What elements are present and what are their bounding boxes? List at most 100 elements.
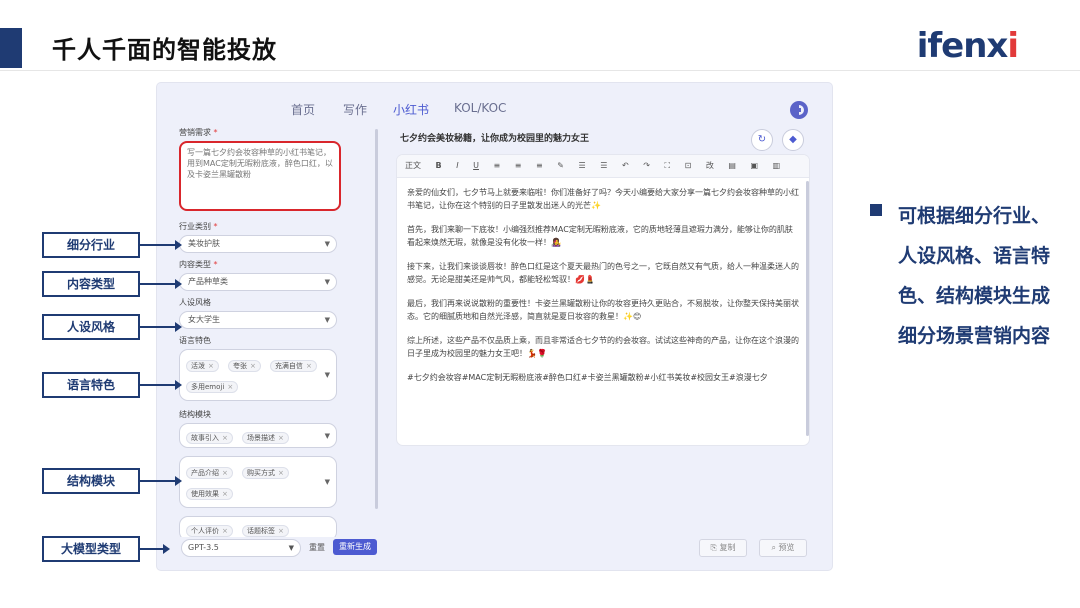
image-icon[interactable]: ▣ <box>751 155 759 177</box>
align-left-icon[interactable]: ≡ <box>494 155 501 177</box>
code-icon[interactable]: ⊡ <box>685 155 692 177</box>
refresh-icon[interactable]: ↻ <box>750 129 773 151</box>
toolbar-italic[interactable]: I <box>456 155 458 177</box>
close-icon: × <box>277 469 284 477</box>
align-right-icon[interactable]: ≡ <box>536 155 543 177</box>
delete-icon[interactable]: ▥ <box>773 155 781 177</box>
chevron-down-icon: ▼ <box>324 316 330 324</box>
chevron-down-icon: ▼ <box>324 431 330 440</box>
arrow-icon <box>140 476 182 486</box>
marketing-textarea[interactable]: 写一篇七夕约会妆容种草的小红书笔记，用到MAC定制无暇粉底液，醉色口红，以及卡姿… <box>179 141 341 211</box>
tag-chip[interactable]: 充满自信 × <box>269 360 317 372</box>
close-icon: × <box>208 362 214 370</box>
redo-icon[interactable]: ↷ <box>643 155 650 177</box>
language-tag-select[interactable]: 活泼 × 夸张 × 充满自信 × 多用emoji × ▼ <box>179 349 337 401</box>
arrow-icon <box>140 279 182 289</box>
paragraph: 首先，我们来聊一下底妆！小编强烈推荐MAC定制无暇粉底液，它的质地轻薄且遮瑕力满… <box>407 225 793 247</box>
table-icon[interactable]: ▤ <box>728 155 736 177</box>
form-scrollbar[interactable] <box>375 129 378 509</box>
output-actions: ↻ ◆ <box>747 127 804 151</box>
chevron-down-icon: ▼ <box>324 240 330 248</box>
fullscreen-icon[interactable]: ⛶ <box>664 155 670 177</box>
bullet-square-icon <box>870 204 882 216</box>
close-icon: × <box>222 434 228 442</box>
toolbar-bold[interactable]: B <box>436 155 442 177</box>
reset-button[interactable]: 重置 <box>309 542 325 553</box>
callout-persona: 人设风格 <box>42 314 140 340</box>
paragraph: 综上所述，这些产品不仅品质上乘，而且非常适合七夕节的约会妆容。试试这些神奇的产品… <box>407 336 799 358</box>
nav-kol[interactable]: KOL/KOC <box>454 101 506 115</box>
callout-language: 语言特色 <box>42 372 140 398</box>
tag-chip[interactable]: 使用效果 × <box>186 488 233 500</box>
copy-icon: ⎘ <box>710 543 717 552</box>
nav-xiaohongshu[interactable]: 小红书 <box>393 101 429 118</box>
summary-text: 可根据细分行业、人设风格、语言特色、结构模块生成细分场景营销内容 <box>898 205 1051 347</box>
arrow-icon <box>140 322 182 332</box>
copy-button[interactable]: ⎘ 复制 <box>699 539 747 557</box>
paragraph: 接下来，让我们来谈谈唇妆！醉色口红是这个夏天最热门的色号之一，它既自然又有气质，… <box>407 262 799 284</box>
clear-format-icon[interactable]: ✎ <box>557 155 564 177</box>
tag-chip[interactable]: 个人评价 × <box>186 525 233 537</box>
tag-chip[interactable]: 场景描述 × <box>241 432 289 444</box>
nav-writing[interactable]: 写作 <box>343 101 367 118</box>
undo-icon[interactable]: ↶ <box>622 155 629 177</box>
arrow-icon <box>140 544 170 554</box>
industry-label: 行业类别 * <box>179 222 218 231</box>
output-title: 七夕约会美妆秘籍，让你成为校园里的魅力女王 <box>400 134 590 144</box>
editor-scrollbar[interactable] <box>806 181 809 436</box>
top-nav: 首页 写作 小红书 KOL/KOC <box>157 101 832 121</box>
chevron-down-icon: ▼ <box>324 478 330 486</box>
persona-label: 人设风格 <box>179 298 211 307</box>
paragraph: 亲爱的仙女们，七夕节马上就要来临啦！你们准备好了吗？今天小编要给大家分享一篇七夕… <box>407 188 799 210</box>
search-icon: ⌕ <box>771 543 776 552</box>
persona-select[interactable]: 女大学生 ▼ <box>179 311 337 329</box>
tag-chip[interactable]: 夸张 × <box>227 360 261 372</box>
edit-icon[interactable]: 改 <box>706 155 714 177</box>
preview-button[interactable]: ⌕ 预览 <box>759 539 807 557</box>
toolbar-underline[interactable]: U <box>473 155 479 177</box>
structure-tag-select-3[interactable]: 个人评价 × 话题标签 × <box>179 516 337 537</box>
tag-chip[interactable]: 话题标签 × <box>241 525 289 537</box>
tag-chip[interactable]: 多用emoji × <box>186 381 239 393</box>
tag-chip[interactable]: 活泼 × <box>186 360 219 372</box>
close-icon: × <box>222 469 228 477</box>
form-panel: 营销需求 * 写一篇七夕约会妆容种草的小红书笔记，用到MAC定制无暇粉底液，醉色… <box>179 127 357 537</box>
close-icon: × <box>222 527 228 535</box>
editor-toolbar: 正文 B I U ≡ ≡ ≡ ✎ ☰ ☰ ↶ ↷ ⛶ ⊡ 改 ▤ ▣ ▥ <box>397 155 809 178</box>
structure-tag-select-1[interactable]: 故事引入 × 场景描述 × ▼ <box>179 423 337 448</box>
content-type-select[interactable]: 产品种草类 ▼ <box>179 273 337 291</box>
editor-content[interactable]: 亲爱的仙女们，七夕节马上就要来临啦！你们准备好了吗？今天小编要给大家分享一篇七夕… <box>397 178 809 403</box>
arrow-icon <box>140 380 182 390</box>
app-window: 首页 写作 小红书 KOL/KOC 营销需求 * 写一篇七夕约会妆容种草的小红书… <box>157 83 832 570</box>
tag-icon[interactable]: ◆ <box>782 129 804 151</box>
callout-structure: 结构模块 <box>42 468 140 494</box>
close-icon: × <box>222 490 228 498</box>
marketing-label: 营销需求 * <box>179 128 218 137</box>
tag-chip[interactable]: 购买方式 × <box>241 467 289 479</box>
number-list-icon[interactable]: ☰ <box>600 155 607 177</box>
toolbar-format[interactable]: 正文 <box>405 155 421 177</box>
callout-content-type: 内容类型 <box>42 271 140 297</box>
tag-chip[interactable]: 故事引入 × <box>186 432 233 444</box>
align-center-icon[interactable]: ≡ <box>515 155 522 177</box>
content-type-label: 内容类型 * <box>179 260 218 269</box>
nav-home[interactable]: 首页 <box>291 101 315 118</box>
arrow-icon <box>140 240 182 250</box>
chevron-down-icon: ▼ <box>324 278 330 286</box>
header-divider <box>0 70 1080 71</box>
app-logo-icon[interactable] <box>790 101 808 119</box>
hashtags: #七夕约会妆容#MAC定制无暇粉底液#醉色口红#卡姿兰黑罐散粉#小红书美妆#校园… <box>407 373 768 382</box>
industry-select[interactable]: 美妆护肤 ▼ <box>179 235 337 253</box>
tag-chip[interactable]: 产品介绍 × <box>186 467 233 479</box>
structure-label: 结构模块 <box>179 410 211 419</box>
regenerate-button[interactable]: 重新生成 <box>333 539 377 555</box>
bullet-list-icon[interactable]: ☰ <box>579 155 586 177</box>
chevron-down-icon: ▼ <box>324 371 330 379</box>
structure-tag-select-2[interactable]: 产品介绍 × 购买方式 × 使用效果 × ▼ <box>179 456 337 508</box>
model-select[interactable]: GPT-3.5 ▼ <box>181 539 301 557</box>
close-icon: × <box>277 434 284 442</box>
rich-text-editor[interactable]: 正文 B I U ≡ ≡ ≡ ✎ ☰ ☰ ↶ ↷ ⛶ ⊡ 改 ▤ ▣ ▥ 亲爱的… <box>397 155 809 445</box>
close-icon: × <box>227 383 234 391</box>
slide-title: 千人千面的智能投放 <box>52 36 277 64</box>
callout-model-type: 大模型类型 <box>42 536 140 562</box>
